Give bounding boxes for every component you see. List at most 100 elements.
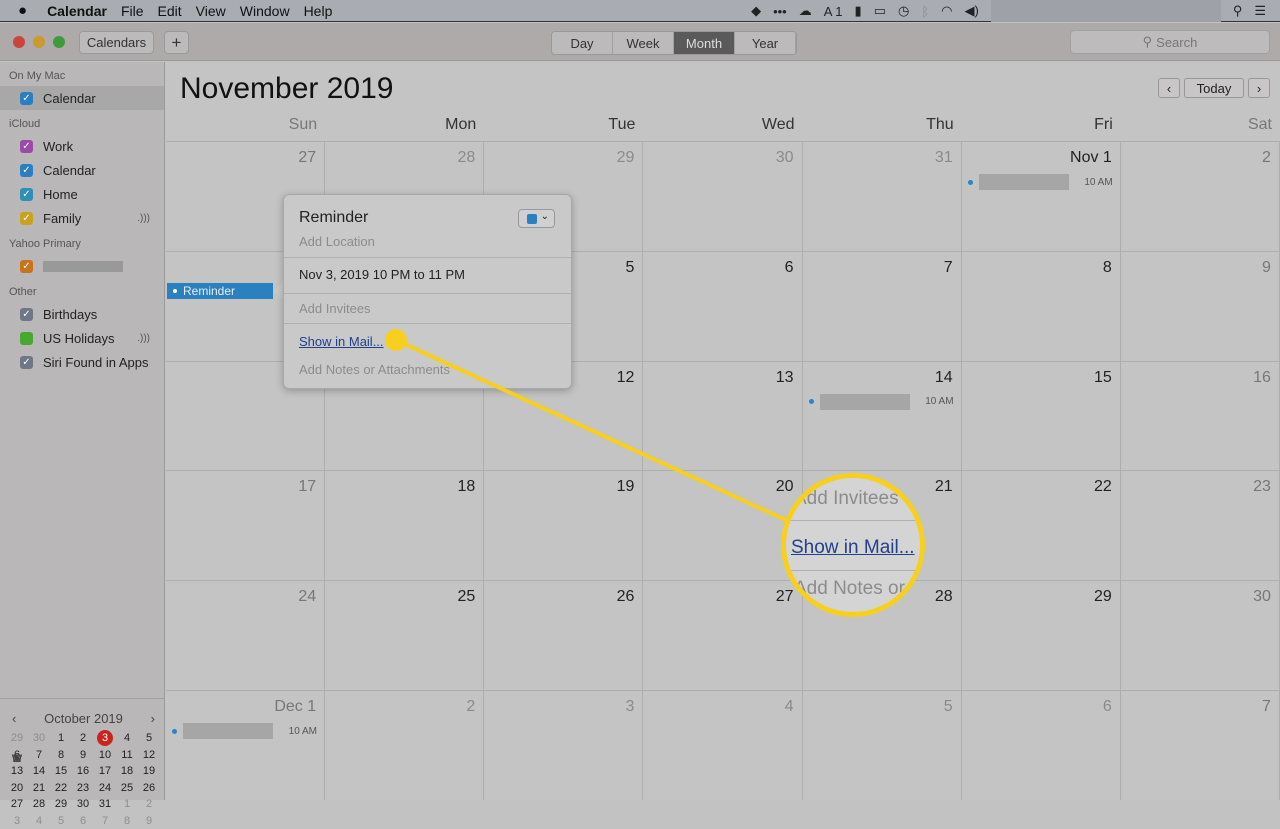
- mini-day[interactable]: 29: [50, 796, 72, 813]
- sidebar-item-calendar[interactable]: ✓Home: [0, 182, 164, 206]
- mini-day[interactable]: 30: [72, 796, 94, 813]
- mini-day[interactable]: 7: [94, 813, 116, 829]
- mini-day[interactable]: 12: [138, 747, 160, 764]
- mini-day[interactable]: 5: [138, 730, 160, 747]
- checkbox[interactable]: ✓: [20, 356, 33, 369]
- sidebar-item-calendar[interactable]: ✓Work: [0, 134, 164, 158]
- day-cell[interactable]: 16: [1121, 361, 1280, 471]
- day-cell[interactable]: 18: [325, 470, 484, 580]
- adobe-icon[interactable]: A 1: [824, 4, 843, 19]
- sidebar-item-calendar[interactable]: US Holidays.))): [0, 326, 164, 350]
- day-cell[interactable]: 4: [643, 690, 802, 800]
- checkbox[interactable]: ✓: [20, 308, 33, 321]
- day-cell[interactable]: 7: [1121, 690, 1280, 800]
- mini-day[interactable]: 1: [116, 796, 138, 813]
- mini-day[interactable]: 2: [72, 730, 94, 747]
- wifi-icon[interactable]: ◠: [941, 3, 952, 19]
- day-cell[interactable]: 27: [643, 580, 802, 690]
- menu-app-name[interactable]: Calendar: [47, 3, 107, 19]
- menu-view[interactable]: View: [196, 3, 226, 19]
- mini-day[interactable]: 21: [28, 780, 50, 797]
- volume-icon[interactable]: ◀): [964, 3, 978, 19]
- airplay-display-icon[interactable]: ▮: [855, 3, 862, 19]
- day-cell[interactable]: 20: [643, 470, 802, 580]
- close-button[interactable]: [13, 36, 25, 48]
- menu-help[interactable]: Help: [304, 3, 333, 19]
- day-cell[interactable]: 19: [484, 470, 643, 580]
- sidebar-item-calendar[interactable]: ✓Calendar: [0, 86, 164, 110]
- mini-day[interactable]: 17: [94, 763, 116, 780]
- checkbox[interactable]: ✓: [20, 260, 33, 273]
- mini-day[interactable]: 27: [6, 796, 28, 813]
- day-cell[interactable]: 2: [1121, 141, 1280, 251]
- mini-day[interactable]: 4: [116, 730, 138, 747]
- checkbox[interactable]: ✓: [20, 212, 33, 225]
- next-month-icon[interactable]: ›: [151, 711, 155, 726]
- location-field[interactable]: Add Location: [299, 234, 375, 249]
- checkbox[interactable]: [20, 332, 33, 345]
- mini-day[interactable]: 8: [116, 813, 138, 829]
- mini-day[interactable]: 10: [94, 747, 116, 764]
- mini-day[interactable]: 3: [94, 730, 116, 747]
- sidebar-item-calendar[interactable]: ✓Calendar: [0, 158, 164, 182]
- event-datetime[interactable]: Nov 3, 2019 10 PM to 11 PM: [299, 267, 465, 282]
- day-cell[interactable]: 2: [325, 690, 484, 800]
- mini-day[interactable]: 11: [116, 747, 138, 764]
- mini-day[interactable]: 18: [116, 763, 138, 780]
- calendars-button[interactable]: Calendars: [79, 31, 154, 54]
- day-cell[interactable]: 26: [484, 580, 643, 690]
- tab-month[interactable]: Month: [674, 32, 735, 54]
- calendar-color-picker[interactable]: ⌄: [518, 209, 555, 228]
- invitees-field[interactable]: Add Invitees: [299, 301, 371, 316]
- sidebar-item-calendar[interactable]: ✓Birthdays: [0, 302, 164, 326]
- mini-day[interactable]: 14: [28, 763, 50, 780]
- mini-day[interactable]: 19: [138, 763, 160, 780]
- cloud-icon[interactable]: ☁: [799, 3, 812, 19]
- day-cell[interactable]: 17: [166, 470, 325, 580]
- add-event-button[interactable]: +: [164, 31, 189, 54]
- dropbox-icon[interactable]: ◆: [751, 3, 761, 19]
- mini-day[interactable]: 9: [138, 813, 160, 829]
- sidebar-item-calendar[interactable]: ✓Family.))): [0, 206, 164, 230]
- mini-day[interactable]: 22: [50, 780, 72, 797]
- day-cell[interactable]: 13: [643, 361, 802, 471]
- checkbox[interactable]: ✓: [20, 140, 33, 153]
- mini-day[interactable]: 28: [28, 796, 50, 813]
- event-title[interactable]: Reminder: [299, 209, 368, 227]
- signal-icon[interactable]: •••: [773, 4, 787, 19]
- day-cell[interactable]: 24: [166, 580, 325, 690]
- calendar-event[interactable]: 10 AM: [809, 394, 954, 410]
- menu-window[interactable]: Window: [240, 3, 290, 19]
- mini-day[interactable]: 29: [6, 730, 28, 747]
- day-cell[interactable]: 31: [803, 141, 962, 251]
- day-cell[interactable]: 1410 AM: [803, 361, 962, 471]
- sidebar-item-calendar[interactable]: ✓: [0, 254, 164, 278]
- day-cell[interactable]: 6: [962, 690, 1121, 800]
- day-cell[interactable]: 30: [1121, 580, 1280, 690]
- tab-week[interactable]: Week: [613, 32, 674, 54]
- day-cell[interactable]: 30: [643, 141, 802, 251]
- mini-day[interactable]: 26: [138, 780, 160, 797]
- previous-month-button[interactable]: ‹: [1158, 78, 1180, 98]
- day-cell[interactable]: 3: [484, 690, 643, 800]
- mini-day[interactable]: 24: [94, 780, 116, 797]
- mini-day[interactable]: 3: [6, 813, 28, 829]
- mini-day[interactable]: 16: [72, 763, 94, 780]
- mini-day[interactable]: 4: [28, 813, 50, 829]
- mini-day[interactable]: 7: [28, 747, 50, 764]
- checkbox[interactable]: ✓: [20, 92, 33, 105]
- minimize-button[interactable]: [33, 36, 45, 48]
- previous-month-icon[interactable]: ‹: [12, 711, 16, 726]
- calendar-event[interactable]: 10 AM: [172, 723, 317, 739]
- day-cell[interactable]: 15: [962, 361, 1121, 471]
- day-cell[interactable]: 6: [643, 251, 802, 361]
- day-cell[interactable]: 25: [325, 580, 484, 690]
- day-cell[interactable]: 5: [803, 690, 962, 800]
- checkbox[interactable]: ✓: [20, 164, 33, 177]
- mini-day[interactable]: 30: [28, 730, 50, 747]
- today-button[interactable]: Today: [1184, 78, 1244, 98]
- reminder-event-chip[interactable]: Reminder: [167, 283, 273, 299]
- mini-day[interactable]: 9: [72, 747, 94, 764]
- mini-day[interactable]: 5: [50, 813, 72, 829]
- mini-day[interactable]: 1: [50, 730, 72, 747]
